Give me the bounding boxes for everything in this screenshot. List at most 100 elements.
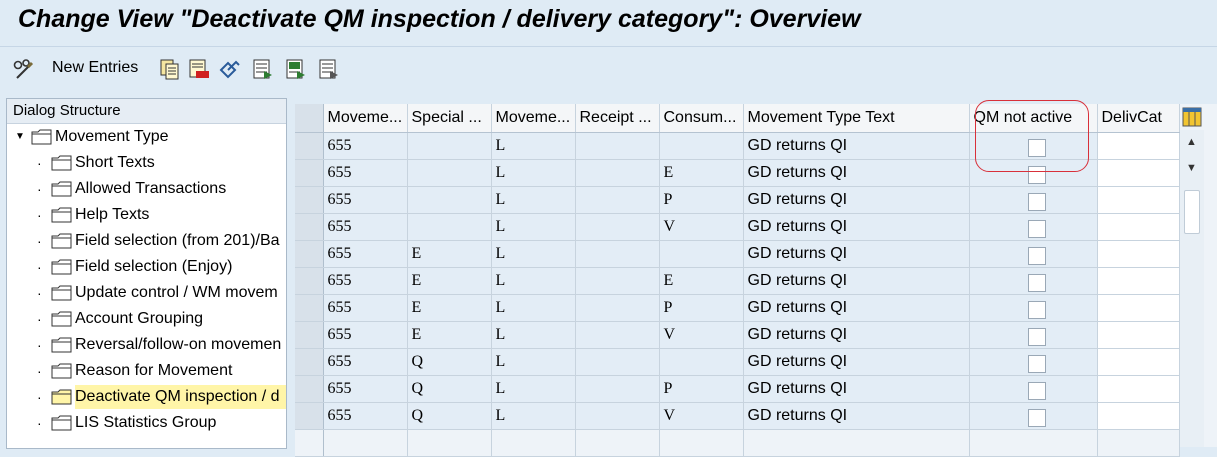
row-selector[interactable] <box>295 267 324 295</box>
table-cell <box>575 267 660 295</box>
table-row[interactable]: 655 E L GD returns QI <box>295 240 1180 268</box>
column-header[interactable]: Movement Type Text <box>743 104 970 133</box>
tree-node[interactable]: · Field selection (Enjoy) <box>7 255 286 279</box>
tree-node[interactable]: · Account Grouping <box>7 307 286 331</box>
row-selector[interactable] <box>295 321 324 349</box>
table-cell: 655 <box>323 213 408 241</box>
qm-not-active-checkbox[interactable] <box>1027 355 1046 373</box>
qm-not-active-cell <box>969 375 1098 403</box>
row-selector[interactable] <box>295 159 324 187</box>
delivcat-input[interactable] <box>1097 186 1180 214</box>
qm-not-active-cell <box>969 321 1098 349</box>
qm-not-active-checkbox[interactable] <box>1027 274 1046 292</box>
row-selector[interactable] <box>295 186 324 214</box>
table-cell[interactable] <box>295 429 324 457</box>
scroll-thumb[interactable] <box>1184 190 1200 234</box>
qm-not-active-cell <box>969 294 1098 322</box>
panel-splitter[interactable] <box>287 94 293 447</box>
select-all-cell[interactable] <box>295 104 324 133</box>
undo-icon[interactable] <box>218 58 240 80</box>
tree-bullet: · <box>37 337 42 353</box>
table-cell: Q <box>407 348 492 376</box>
expand-arrow-icon[interactable]: ▼ <box>15 125 25 149</box>
table-row[interactable]: 655 Q L P GD returns QI <box>295 375 1180 403</box>
tree-node[interactable]: · Field selection (from 201)/Ba <box>7 229 286 253</box>
qm-not-active-checkbox[interactable] <box>1027 328 1046 346</box>
delivcat-input[interactable] <box>1097 132 1180 160</box>
tree-node[interactable]: · Reversal/follow-on movemen <box>7 333 286 357</box>
table-row[interactable]: 655 Q L V GD returns QI <box>295 402 1180 430</box>
delivcat-input[interactable] <box>1097 321 1180 349</box>
table-cell: Q <box>407 402 492 430</box>
tree-node[interactable]: · Allowed Transactions <box>7 177 286 201</box>
table-row[interactable]: 655 L V GD returns QI <box>295 213 1180 241</box>
column-header[interactable]: Receipt ... <box>575 104 660 133</box>
qm-not-active-checkbox[interactable] <box>1027 301 1046 319</box>
qm-not-active-checkbox[interactable] <box>1027 382 1046 400</box>
delivcat-input[interactable] <box>1097 159 1180 187</box>
table-cell: L <box>491 240 576 268</box>
tree-node[interactable]: · Help Texts <box>7 203 286 227</box>
column-header[interactable]: Special ... <box>407 104 492 133</box>
table-cell: E <box>659 267 744 295</box>
delivcat-input[interactable] <box>1097 348 1180 376</box>
delete-icon[interactable] <box>188 58 210 80</box>
tree-node-label: Deactivate QM inspection / d <box>75 385 286 409</box>
tree-node[interactable]: · Deactivate QM inspection / d <box>7 385 286 409</box>
folder-icon <box>51 259 72 275</box>
table-row[interactable]: 655 E L E GD returns QI <box>295 267 1180 295</box>
tree-node[interactable]: · Update control / WM movem <box>7 281 286 305</box>
delivcat-input[interactable] <box>1097 267 1180 295</box>
table-cell: P <box>659 375 744 403</box>
row-selector[interactable] <box>295 294 324 322</box>
table-cell: L <box>491 186 576 214</box>
qm-not-active-checkbox[interactable] <box>1027 220 1046 238</box>
table-cell: E <box>407 321 492 349</box>
column-header[interactable]: DelivCat <box>1097 104 1180 133</box>
table-cell: 655 <box>323 321 408 349</box>
select-block-icon[interactable] <box>285 58 307 80</box>
tree-node-movement-type[interactable]: ▼ Movement Type <box>7 125 286 149</box>
row-selector[interactable] <box>295 375 324 403</box>
row-selector[interactable] <box>295 402 324 430</box>
row-selector[interactable] <box>295 213 324 241</box>
column-header[interactable]: Consum... <box>659 104 744 133</box>
table-row[interactable]: 655 E L P GD returns QI <box>295 294 1180 322</box>
table-cell <box>575 294 660 322</box>
table-row[interactable]: 655 E L V GD returns QI <box>295 321 1180 349</box>
table-cell: E <box>659 159 744 187</box>
scroll-up-icon[interactable]: ▲ <box>1186 136 1197 148</box>
table-row[interactable]: 655 Q L GD returns QI <box>295 348 1180 376</box>
table-cell: L <box>491 375 576 403</box>
select-all-icon[interactable] <box>252 58 274 80</box>
delivcat-input[interactable] <box>1097 294 1180 322</box>
row-selector[interactable] <box>295 240 324 268</box>
tree-bullet: · <box>37 155 42 171</box>
table-cell: GD returns QI <box>743 321 970 349</box>
delivcat-input[interactable] <box>1097 402 1180 430</box>
qm-not-active-checkbox[interactable] <box>1027 247 1046 265</box>
glasses-pencil-icon[interactable] <box>12 58 34 80</box>
tree-node[interactable]: · Short Texts <box>7 151 286 175</box>
deselect-icon[interactable] <box>318 58 340 80</box>
folder-icon <box>51 415 72 431</box>
table-row[interactable]: 655 L P GD returns QI <box>295 186 1180 214</box>
table-settings-icon[interactable] <box>1182 107 1202 127</box>
row-selector[interactable] <box>295 348 324 376</box>
new-entries-button[interactable]: New Entries <box>52 59 138 77</box>
column-header[interactable]: Moveme... <box>323 104 408 133</box>
delivcat-input[interactable] <box>1097 240 1180 268</box>
scroll-down-icon[interactable]: ▼ <box>1186 162 1197 174</box>
delivcat-input[interactable] <box>1097 213 1180 241</box>
qm-not-active-checkbox[interactable] <box>1027 409 1046 427</box>
tree-node[interactable]: · LIS Statistics Group <box>7 411 286 435</box>
column-header[interactable]: Moveme... <box>491 104 576 133</box>
tree-node[interactable]: · Reason for Movement <box>7 359 286 383</box>
row-selector[interactable] <box>295 132 324 160</box>
delivcat-input[interactable] <box>1097 375 1180 403</box>
table-cell <box>659 348 744 376</box>
vertical-scrollbar[interactable]: ▲ ▼ <box>1180 130 1204 447</box>
toolbar: New Entries <box>0 46 1217 93</box>
copy-icon[interactable] <box>158 58 180 80</box>
qm-not-active-checkbox[interactable] <box>1027 193 1046 211</box>
